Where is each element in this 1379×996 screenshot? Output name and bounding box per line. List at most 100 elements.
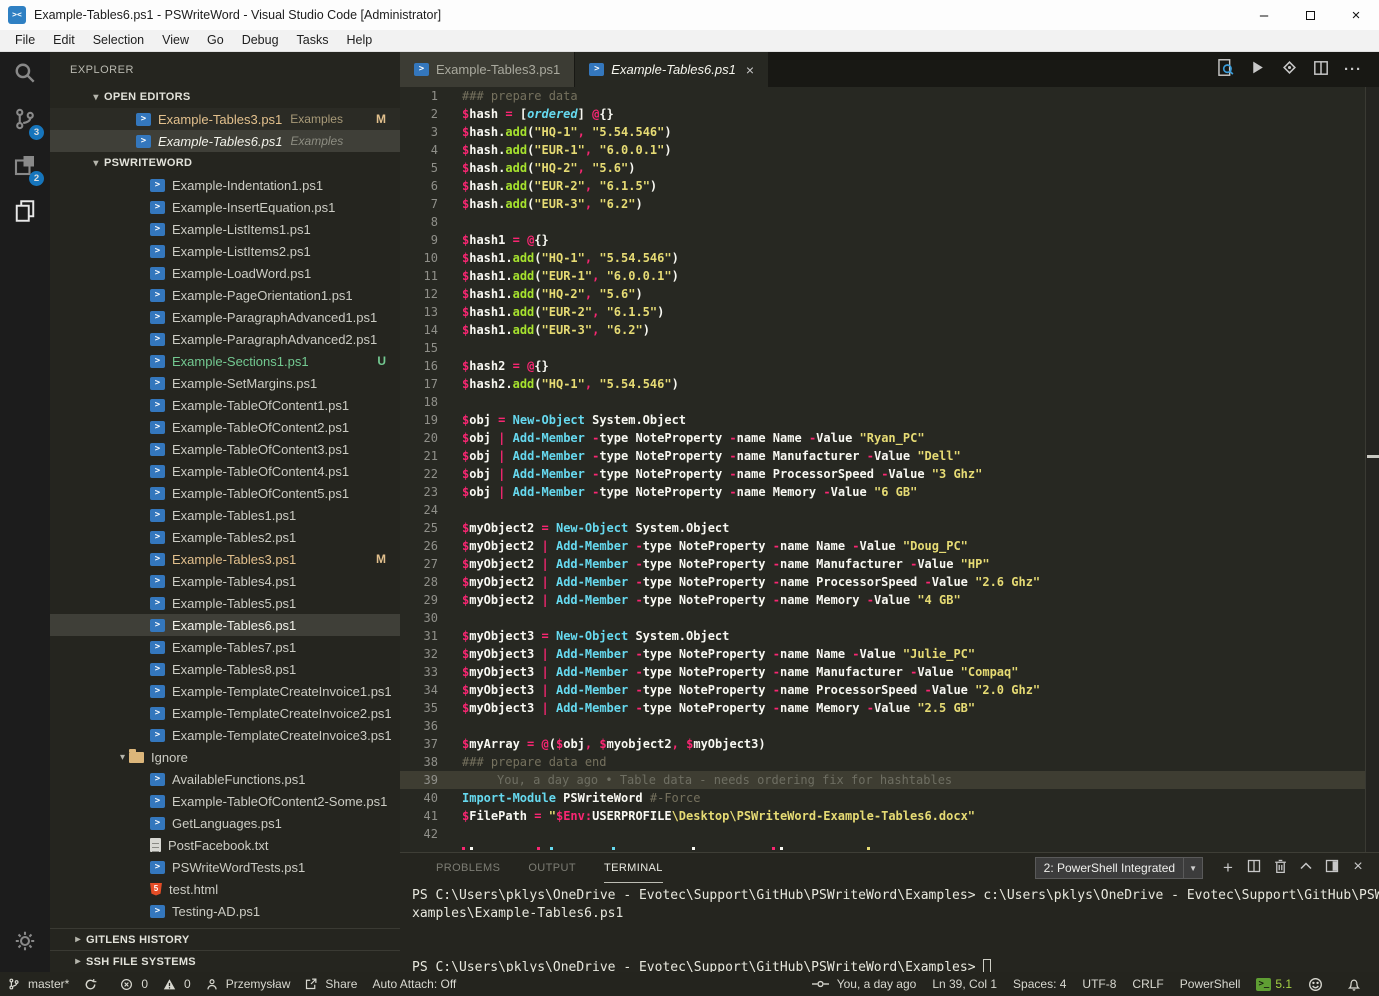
file-row[interactable]: >Example-Tables1.ps1	[50, 504, 400, 526]
code-line[interactable]: 25$myObject2 = New-Object System.Object	[400, 519, 1379, 537]
code-line[interactable]: 22$obj | Add-Member -type NoteProperty -…	[400, 465, 1379, 483]
code-line[interactable]: 21$obj | Add-Member -type NoteProperty -…	[400, 447, 1379, 465]
code-line-blame[interactable]: 39You, a day ago • Table data - needs or…	[400, 771, 1379, 789]
code-line[interactable]: 32$myObject3 | Add-Member -type NoteProp…	[400, 645, 1379, 663]
code-line[interactable]: 2$hash = [ordered] @{}	[400, 105, 1379, 123]
error-count[interactable]: 0	[120, 977, 148, 991]
code-line[interactable]: 33$myObject3 | Add-Member -type NoteProp…	[400, 663, 1379, 681]
code-line[interactable]: 15	[400, 339, 1379, 357]
file-row[interactable]: >Testing-AD.ps1	[50, 900, 400, 922]
file-row[interactable]: >Example-TemplateCreateInvoice1.ps1	[50, 680, 400, 702]
warning-count[interactable]: 0	[163, 977, 191, 991]
maximize-button[interactable]	[1287, 0, 1333, 30]
file-row[interactable]: >Example-Indentation1.ps1	[50, 174, 400, 196]
file-row[interactable]: >PSWriteWordTests.ps1	[50, 856, 400, 878]
code-line[interactable]: 31$myObject3 = New-Object System.Object	[400, 627, 1379, 645]
menu-file[interactable]: File	[6, 30, 44, 51]
feedback-button[interactable]	[1308, 977, 1331, 992]
file-row[interactable]: >Example-TableOfContent5.ps1	[50, 482, 400, 504]
file-row[interactable]: >Example-ParagraphAdvanced1.ps1	[50, 306, 400, 328]
close-panel-icon[interactable]: ×	[1345, 858, 1371, 879]
git-compare-icon[interactable]	[1273, 58, 1305, 81]
code-line[interactable]: 13$hash1.add("EUR-2", "6.1.5")	[400, 303, 1379, 321]
file-row[interactable]: >Example-TableOfContent2-Some.ps1	[50, 790, 400, 812]
notifications-button[interactable]	[1347, 977, 1369, 992]
menu-edit[interactable]: Edit	[44, 30, 84, 51]
title-bar[interactable]: >< Example-Tables6.ps1 - PSWriteWord - V…	[0, 0, 1379, 30]
code-line[interactable]: 20$obj | Add-Member -type NoteProperty -…	[400, 429, 1379, 447]
indentation[interactable]: Spaces: 4	[1013, 977, 1066, 991]
code-line[interactable]: 7$hash.add("EUR-3", "6.2")	[400, 195, 1379, 213]
code-line[interactable]: 3$hash.add("HQ-1", "5.54.546")	[400, 123, 1379, 141]
file-row[interactable]: >Example-TableOfContent3.ps1	[50, 438, 400, 460]
file-row[interactable]: >Example-InsertEquation.ps1	[50, 196, 400, 218]
code-line[interactable]: 24	[400, 501, 1379, 519]
code-line[interactable]: 10$hash1.add("HQ-1", "5.54.546")	[400, 249, 1379, 267]
maximize-panel-icon[interactable]	[1293, 858, 1319, 879]
code-line[interactable]: 41$FilePath = "$Env:USERPROFILE\Desktop\…	[400, 807, 1379, 825]
file-row[interactable]: >Example-ListItems2.ps1	[50, 240, 400, 262]
menu-go[interactable]: Go	[198, 30, 233, 51]
file-row[interactable]: >Example-Tables2.ps1	[50, 526, 400, 548]
language-mode[interactable]: PowerShell	[1180, 977, 1241, 991]
code-line[interactable]: 28$myObject2 | Add-Member -type NoteProp…	[400, 573, 1379, 591]
panel-tab-terminal[interactable]: TERMINAL	[604, 853, 663, 883]
code-line[interactable]: 30	[400, 609, 1379, 627]
menu-help[interactable]: Help	[338, 30, 382, 51]
file-row[interactable]: >Example-SetMargins.ps1	[50, 372, 400, 394]
terminal-shell-selector[interactable]: 2: PowerShell Integrated ▼	[1035, 857, 1203, 879]
code-line[interactable]: 5$hash.add("HQ-2", "5.6")	[400, 159, 1379, 177]
menu-debug[interactable]: Debug	[233, 30, 288, 51]
file-row[interactable]: >Example-TableOfContent4.ps1	[50, 460, 400, 482]
code-line[interactable]: 40Import-Module PSWriteWord #-Force	[400, 789, 1379, 807]
file-row[interactable]: >Example-TableOfContent1.ps1	[50, 394, 400, 416]
file-row[interactable]: >AvailableFunctions.ps1	[50, 768, 400, 790]
code-editor[interactable]: 1### prepare data2$hash = [ordered] @{}3…	[400, 87, 1379, 852]
file-row[interactable]: >Example-PageOrientation1.ps1	[50, 284, 400, 306]
minimize-button[interactable]: –	[1241, 0, 1287, 30]
code-line[interactable]: 38### prepare data end	[400, 753, 1379, 771]
code-line[interactable]: 35$myObject3 | Add-Member -type NoteProp…	[400, 699, 1379, 717]
file-row[interactable]: 5test.html	[50, 878, 400, 900]
file-row[interactable]: >Example-LoadWord.ps1	[50, 262, 400, 284]
file-row[interactable]: >Example-TemplateCreateInvoice3.ps1	[50, 724, 400, 746]
file-row[interactable]: PostFacebook.txt	[50, 834, 400, 856]
run-icon[interactable]	[1241, 59, 1273, 80]
file-row[interactable]: >Example-Sections1.ps1U	[50, 350, 400, 372]
code-line[interactable]: 4$hash.add("EUR-1", "6.0.0.1")	[400, 141, 1379, 159]
open-editor-item[interactable]: >Example-Tables3.ps1ExamplesM	[50, 108, 400, 130]
branch-indicator[interactable]: master*	[8, 977, 69, 991]
eol[interactable]: CRLF	[1132, 977, 1163, 991]
auto-attach[interactable]: Auto Attach: Off	[372, 977, 456, 991]
close-icon[interactable]: ×	[746, 62, 754, 78]
overview-ruler[interactable]	[1365, 87, 1379, 852]
split-editor-icon[interactable]	[1305, 59, 1337, 81]
panel-tab-problems[interactable]: PROBLEMS	[436, 853, 500, 883]
more-actions-icon[interactable]: ···	[1337, 61, 1369, 78]
code-line[interactable]: 36	[400, 717, 1379, 735]
sync-button[interactable]	[84, 978, 105, 991]
terminal[interactable]: PS C:\Users\pklys\OneDrive - Evotec\Supp…	[400, 883, 1379, 972]
code-line[interactable]: 9$hash1 = @{}	[400, 231, 1379, 249]
encoding[interactable]: UTF-8	[1082, 977, 1116, 991]
file-row[interactable]: >Example-Tables3.ps1M	[50, 548, 400, 570]
code-line[interactable]: 18	[400, 393, 1379, 411]
file-row[interactable]: >Example-Tables7.ps1	[50, 636, 400, 658]
activity-extensions[interactable]: 2	[0, 144, 50, 190]
file-row[interactable]: >Example-Tables8.ps1	[50, 658, 400, 680]
file-row[interactable]: >Example-Tables5.ps1	[50, 592, 400, 614]
file-row[interactable]: >Example-Tables6.ps1	[50, 614, 400, 636]
file-row[interactable]: >Example-ListItems1.ps1	[50, 218, 400, 240]
editor-tab[interactable]: >Example-Tables3.ps1	[400, 52, 574, 87]
share-button[interactable]: Share	[305, 977, 357, 991]
code-line[interactable]: 1### prepare data	[400, 87, 1379, 105]
open-editors-header[interactable]: ▾ OPEN EDITORS	[50, 86, 400, 108]
section-ssh-file-systems[interactable]: ▸SSH FILE SYSTEMS	[50, 950, 400, 972]
add-terminal-icon[interactable]: +	[1215, 858, 1241, 879]
code-line[interactable]: 37$myArray = @($obj, $myobject2, $myObje…	[400, 735, 1379, 753]
code-line[interactable]: 17$hash2.add("HQ-1", "5.54.546")	[400, 375, 1379, 393]
powershell-version[interactable]: >_5.1	[1256, 977, 1292, 991]
kill-terminal-icon[interactable]	[1267, 858, 1293, 879]
code-line[interactable]: 23$obj | Add-Member -type NoteProperty -…	[400, 483, 1379, 501]
folder-row[interactable]: ▾Ignore	[50, 746, 400, 768]
